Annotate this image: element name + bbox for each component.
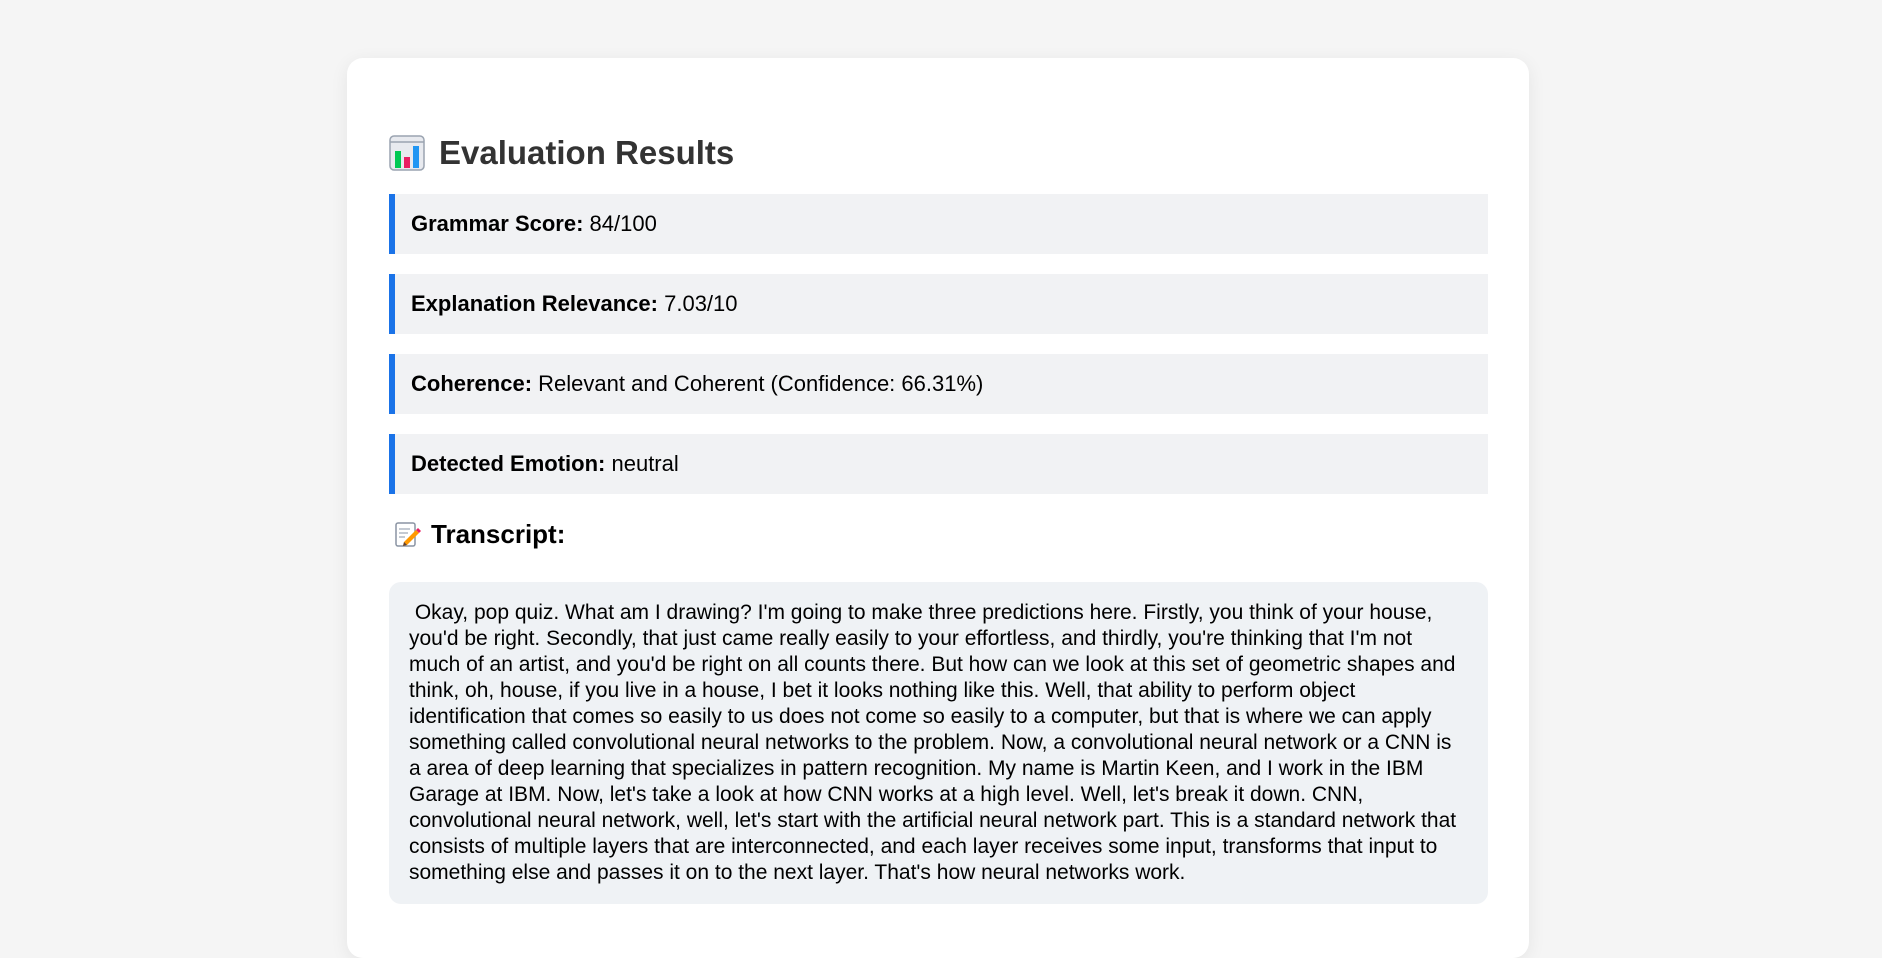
bar-chart-icon (389, 135, 425, 171)
title-row: Evaluation Results (389, 130, 1488, 176)
metric-value: 84/100 (589, 211, 657, 236)
page-title: Evaluation Results (439, 134, 735, 171)
results-card: Evaluation Results Grammar Score: 84/100… (347, 58, 1529, 958)
metric-label: Grammar Score: (411, 211, 584, 236)
transcript-heading-row: Transcript: (389, 514, 1488, 554)
transcript-heading: Transcript: (431, 518, 566, 549)
metric-label: Coherence: (411, 371, 533, 396)
transcript-text: Okay, pop quiz. What am I drawing? I'm g… (389, 582, 1488, 904)
metric-label: Explanation Relevance: (411, 291, 658, 316)
metric-value: neutral (611, 451, 679, 476)
detected-emotion-metric: Detected Emotion: neutral (389, 434, 1488, 494)
metric-label: Detected Emotion: (411, 451, 606, 476)
coherence-metric: Coherence: Relevant and Coherent (Confid… (389, 354, 1488, 414)
metric-value: 7.03/10 (664, 291, 738, 316)
metric-value: Relevant and Coherent (Confidence: 66.31… (538, 371, 984, 396)
grammar-score-metric: Grammar Score: 84/100 (389, 194, 1488, 254)
explanation-relevance-metric: Explanation Relevance: 7.03/10 (389, 274, 1488, 334)
memo-icon (393, 520, 421, 548)
